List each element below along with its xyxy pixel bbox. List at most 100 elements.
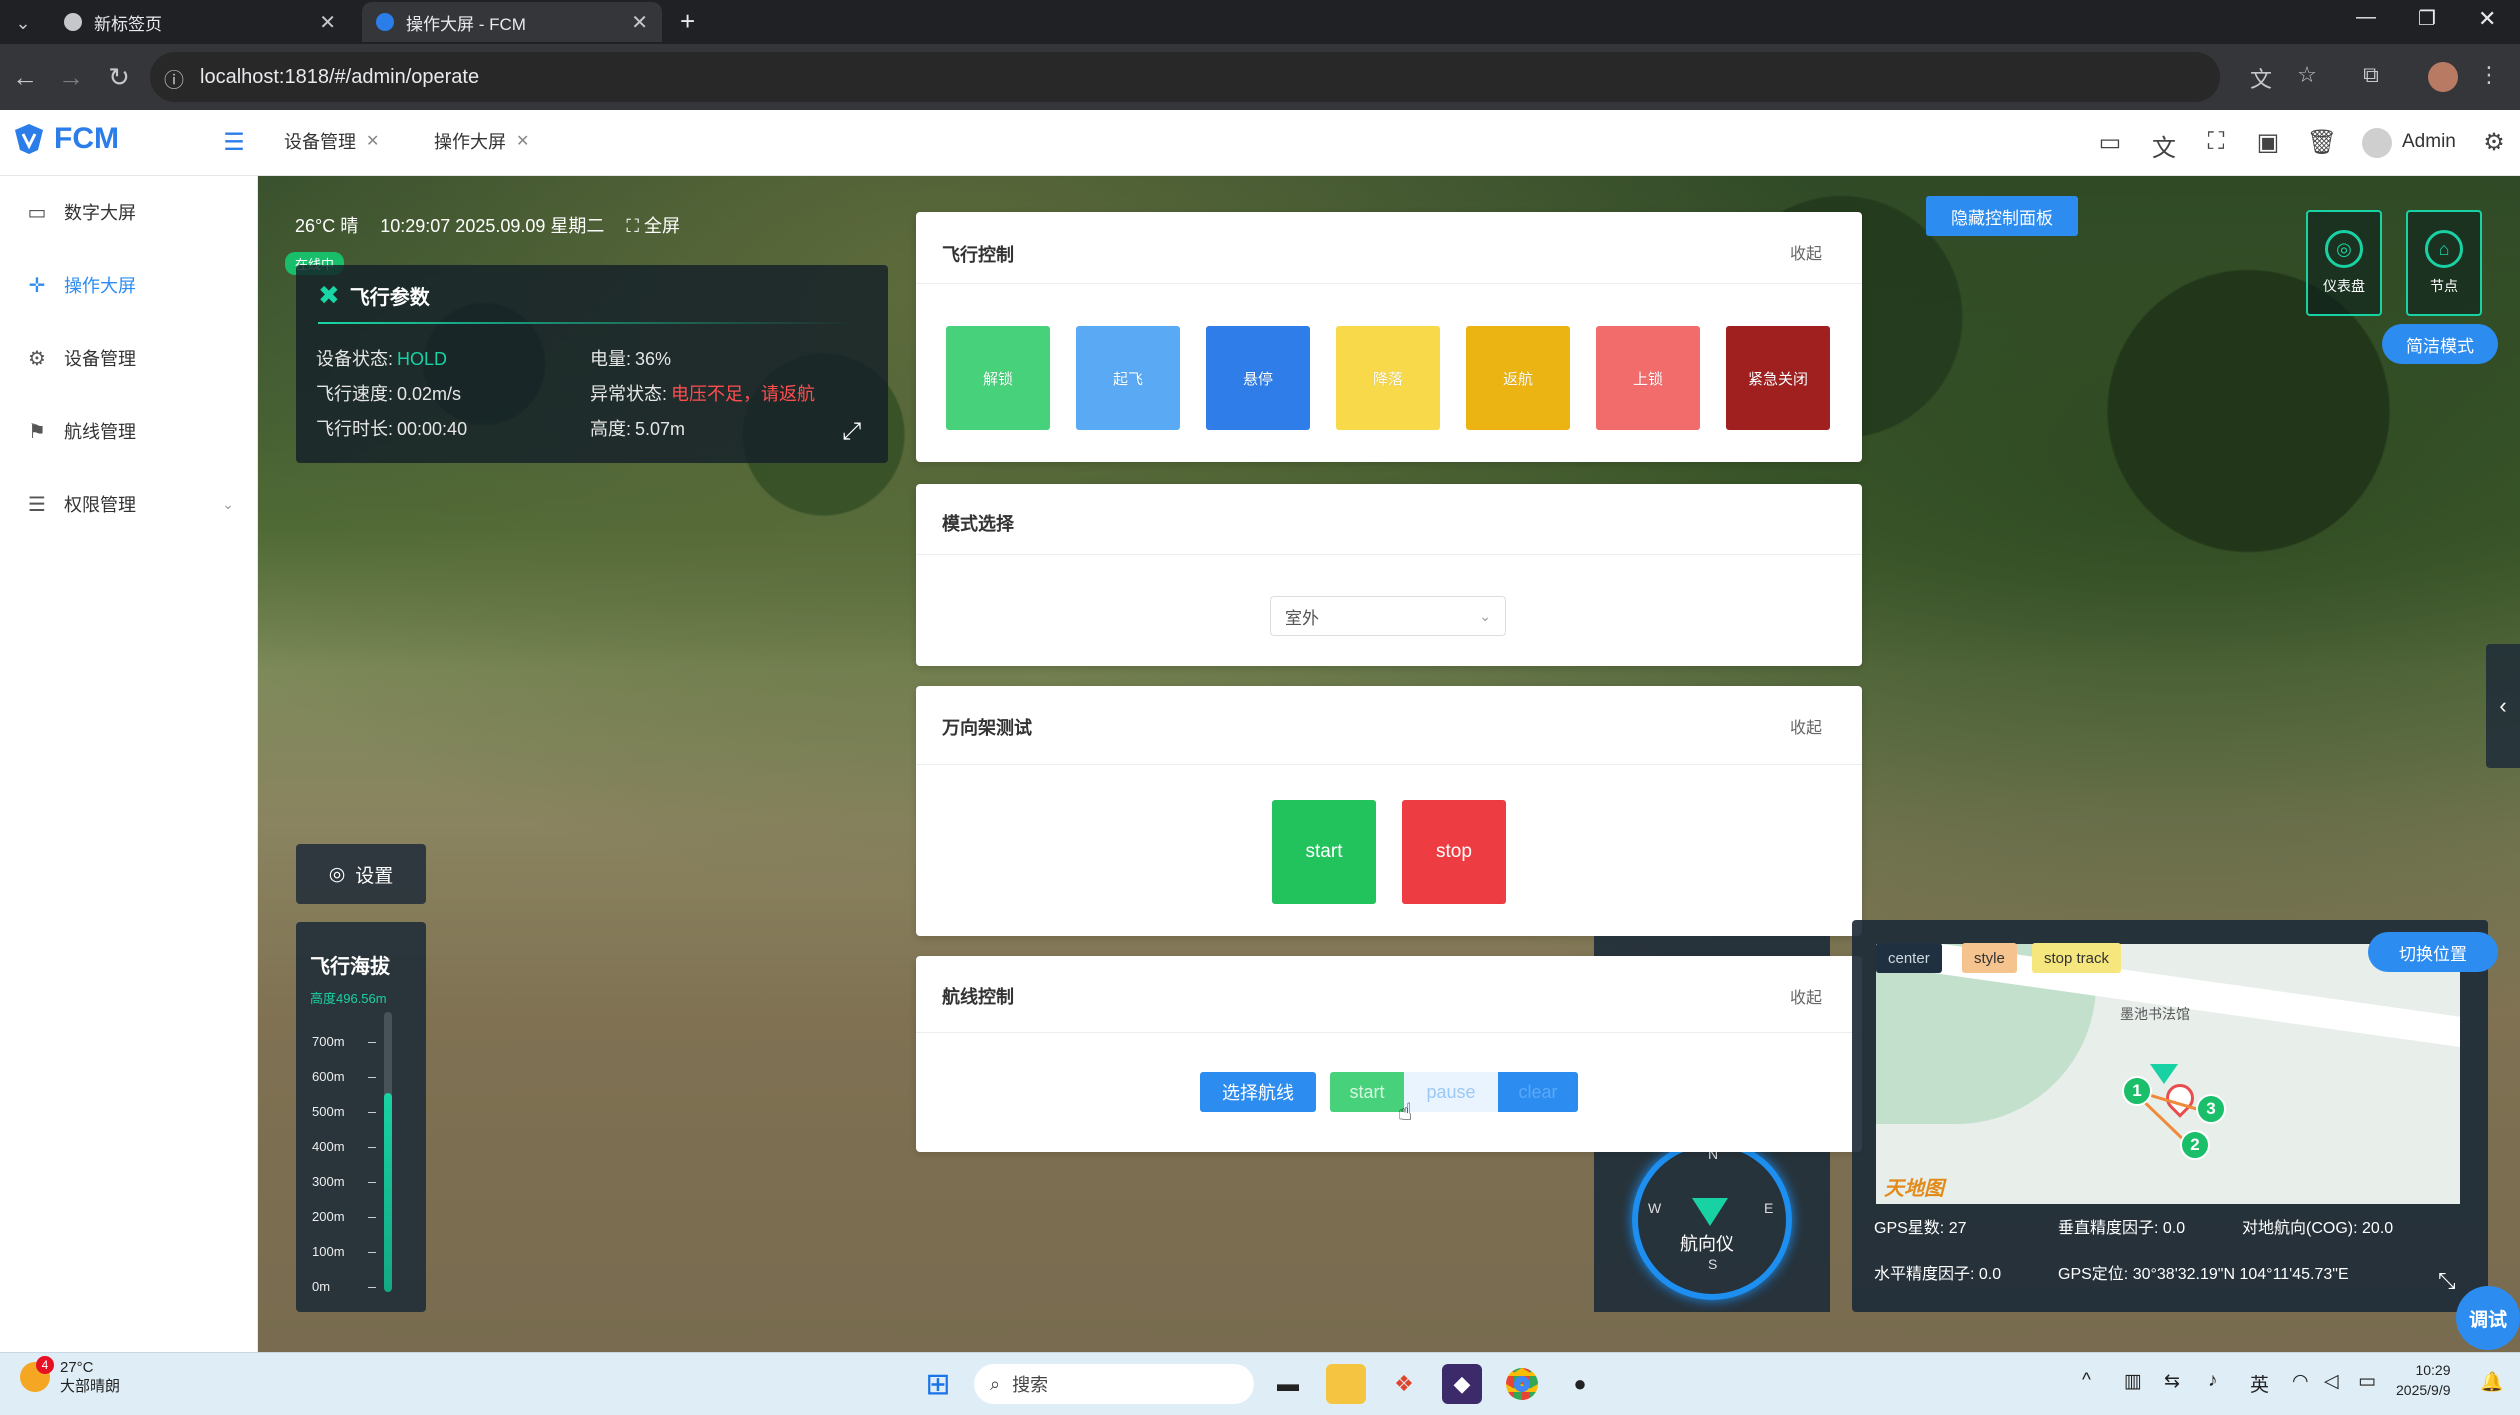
app-tab-operate-screen[interactable]: 操作大屏 ✕: [434, 128, 529, 154]
tab-search-icon[interactable]: ⌄: [8, 8, 38, 38]
browser-tab-newtab[interactable]: 新标签页 ✕: [50, 2, 350, 42]
tray-chevron-icon[interactable]: ^: [2082, 1370, 2091, 1392]
volume-icon[interactable]: ◁: [2324, 1370, 2339, 1393]
takeoff-button[interactable]: 起飞: [1076, 326, 1180, 430]
tab-title: 新标签页: [94, 14, 162, 34]
chrome-icon[interactable]: [1502, 1364, 1542, 1404]
close-window-icon[interactable]: ✕: [2478, 6, 2496, 32]
notification-bell-icon[interactable]: 🔔: [2480, 1370, 2504, 1394]
side-panel-toggle[interactable]: ‹: [2486, 644, 2520, 768]
screen-icon[interactable]: ▭: [2094, 128, 2126, 157]
device-status-value: HOLD: [397, 349, 448, 369]
map-center-button[interactable]: center: [1876, 943, 1942, 973]
tray-app-icon[interactable]: ▥: [2124, 1370, 2142, 1393]
node-button[interactable]: ⌂ 节点: [2406, 210, 2482, 316]
sidebar-item-route-management[interactable]: ⚑ 航线管理: [24, 411, 136, 451]
app-icon[interactable]: ◆: [1442, 1364, 1482, 1404]
close-icon[interactable]: ✕: [516, 131, 529, 151]
taskbar-clock[interactable]: 10:29 2025/9/9: [2396, 1360, 2451, 1400]
back-icon[interactable]: ←: [10, 62, 40, 92]
battery-icon[interactable]: ▭: [2358, 1370, 2376, 1393]
route-clear-button[interactable]: clear: [1498, 1072, 1578, 1112]
sidebar-item-permission-management[interactable]: ☰ 权限管理 ⌄: [24, 484, 234, 524]
waypoint-marker[interactable]: 2: [2180, 1130, 2210, 1160]
unlock-button[interactable]: 解锁: [946, 326, 1050, 430]
close-icon[interactable]: ✕: [319, 10, 336, 35]
sidebar-item-device-management[interactable]: ⚙ 设备管理: [24, 338, 136, 378]
restore-window-icon[interactable]: ❐: [2418, 6, 2436, 31]
reload-icon[interactable]: ↻: [104, 62, 134, 92]
extensions-icon[interactable]: ⧉: [2356, 62, 2386, 88]
profile-avatar[interactable]: [2428, 62, 2458, 92]
return-home-button[interactable]: 返航: [1466, 326, 1570, 430]
task-view-icon[interactable]: ▬: [1268, 1364, 1308, 1404]
lock-button[interactable]: 上锁: [1596, 326, 1700, 430]
language-icon[interactable]: 文: [2148, 128, 2180, 163]
app-tab-device-management[interactable]: 设备管理 ✕: [284, 128, 379, 154]
fullscreen-icon: ⛶: [626, 216, 644, 236]
hide-control-panel-button[interactable]: 隐藏控制面板: [1926, 196, 2078, 236]
forward-icon[interactable]: →: [56, 62, 86, 92]
close-icon[interactable]: ✖: [318, 280, 340, 311]
sidebar-item-operate-screen[interactable]: ✛ 操作大屏: [24, 265, 136, 305]
input-language[interactable]: 英: [2250, 1370, 2269, 1397]
bookmark-star-icon[interactable]: ☆: [2292, 62, 2322, 88]
trash-icon[interactable]: 🗑: [2306, 128, 2338, 157]
debug-button[interactable]: 调试: [2456, 1286, 2520, 1350]
app-icon[interactable]: ●: [1560, 1364, 1600, 1404]
sun-icon: 4: [20, 1356, 54, 1392]
close-icon[interactable]: ✕: [366, 131, 379, 151]
simple-mode-button[interactable]: 简洁模式: [2382, 324, 2498, 364]
windows-start-icon[interactable]: ⊞: [918, 1364, 958, 1404]
gps-sats-value: 27: [1948, 1220, 1967, 1237]
app-icon[interactable]: ❖: [1384, 1364, 1424, 1404]
emergency-stop-button[interactable]: 紧急关闭: [1726, 326, 1830, 430]
mode-dropdown[interactable]: 室外 ⌄: [1270, 596, 1506, 636]
divider: [916, 554, 1862, 555]
fullscreen-button[interactable]: ⛶ 全屏: [626, 212, 680, 238]
waypoint-marker[interactable]: 3: [2196, 1094, 2226, 1124]
site-info-icon[interactable]: ⓘ: [164, 64, 184, 93]
wifi-icon[interactable]: ◠: [2292, 1370, 2309, 1393]
gimbal-stop-button[interactable]: stop: [1402, 800, 1506, 904]
collapse-button[interactable]: 收起: [1790, 240, 1822, 264]
taskbar-weather-widget[interactable]: 4 27°C 大部晴朗: [20, 1356, 120, 1396]
waypoint-marker[interactable]: 1: [2122, 1076, 2152, 1106]
fullscreen-icon[interactable]: ⛶: [2200, 128, 2232, 156]
dashboard-node-button[interactable]: ◎ 仪表盘: [2306, 210, 2382, 316]
taskbar-weather-temp: 27°C: [60, 1359, 94, 1376]
sidebar-item-label: 操作大屏: [64, 276, 136, 296]
microphone-icon[interactable]: ♪: [2208, 1370, 2218, 1392]
map-stop-track-button[interactable]: stop track: [2032, 943, 2122, 973]
browser-tab-operate[interactable]: 操作大屏 - FCM ✕: [362, 2, 662, 42]
collapse-button[interactable]: 收起: [1790, 984, 1822, 1008]
minimize-icon[interactable]: ⤡: [2438, 1268, 2456, 1294]
collapse-button[interactable]: 收起: [1790, 714, 1822, 738]
url-bar[interactable]: ⓘ localhost:1818/#/admin/operate: [150, 52, 2220, 102]
minimize-window-icon[interactable]: —: [2356, 6, 2376, 29]
route-start-button[interactable]: start: [1330, 1072, 1404, 1112]
sidebar-item-digital-screen[interactable]: ▭ 数字大屏: [24, 192, 136, 232]
route-pause-button[interactable]: pause: [1404, 1072, 1498, 1112]
land-button[interactable]: 降落: [1336, 326, 1440, 430]
close-icon[interactable]: ✕: [631, 10, 648, 35]
expand-icon[interactable]: ⤢: [842, 418, 861, 446]
select-route-button[interactable]: 选择航线: [1200, 1072, 1316, 1112]
user-name[interactable]: Admin: [2402, 131, 2456, 153]
map-style-button[interactable]: style: [1962, 943, 2017, 973]
new-tab-button[interactable]: +: [680, 6, 695, 37]
hover-button[interactable]: 悬停: [1206, 326, 1310, 430]
chrome-menu-icon[interactable]: ⋮: [2474, 62, 2504, 88]
menu-toggle-icon[interactable]: ☰: [218, 128, 250, 157]
tray-app-icon[interactable]: ⇆: [2164, 1370, 2180, 1393]
settings-gear-icon[interactable]: ⚙: [2478, 128, 2510, 157]
taskbar-search-box[interactable]: ⌕ 搜索: [974, 1364, 1254, 1404]
cog-value: 20.0: [2362, 1220, 2394, 1237]
terminal-icon[interactable]: ▣: [2252, 128, 2284, 157]
file-explorer-icon[interactable]: [1326, 1364, 1366, 1404]
gimbal-start-button[interactable]: start: [1272, 800, 1376, 904]
switch-position-button[interactable]: 切换位置: [2368, 932, 2498, 972]
translate-icon[interactable]: 文: [2246, 62, 2276, 94]
settings-button[interactable]: ◎ 设置: [296, 844, 426, 904]
user-avatar[interactable]: [2362, 128, 2392, 158]
